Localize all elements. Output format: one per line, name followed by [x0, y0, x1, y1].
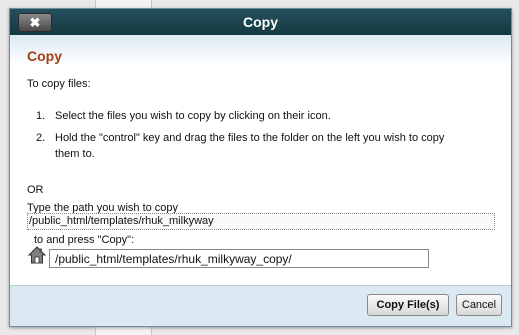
step-number: 1.: [36, 110, 46, 122]
dialog-title: Copy: [243, 14, 278, 30]
copy-files-button[interactable]: Copy File(s): [367, 294, 449, 316]
or-label: OR: [27, 184, 44, 196]
press-copy-label: to and press "Copy":: [34, 234, 135, 246]
house-icon: [28, 246, 46, 264]
step-text: Select the files you wish to copy by cli…: [55, 110, 331, 122]
step-text-continued: them to.: [55, 148, 95, 160]
source-path: /public_html/templates/rhuk_milkyway: [27, 213, 495, 230]
step-text: Hold the "control" key and drag the file…: [55, 132, 445, 144]
dialog-footer: Copy File(s) Cancel: [10, 285, 511, 326]
dialog-titlebar: ✖ Copy: [10, 9, 511, 35]
step-number: 2.: [36, 132, 46, 144]
cancel-button[interactable]: Cancel: [456, 294, 502, 316]
dialog-body: Copy To copy files: 1. Select the files …: [10, 35, 511, 285]
dialog-heading: Copy: [27, 48, 62, 64]
intro-text: To copy files:: [27, 78, 91, 90]
destination-path-input[interactable]: [49, 249, 429, 268]
copy-dialog: ✖ Copy Copy To copy files: 1. Select the…: [9, 8, 512, 327]
